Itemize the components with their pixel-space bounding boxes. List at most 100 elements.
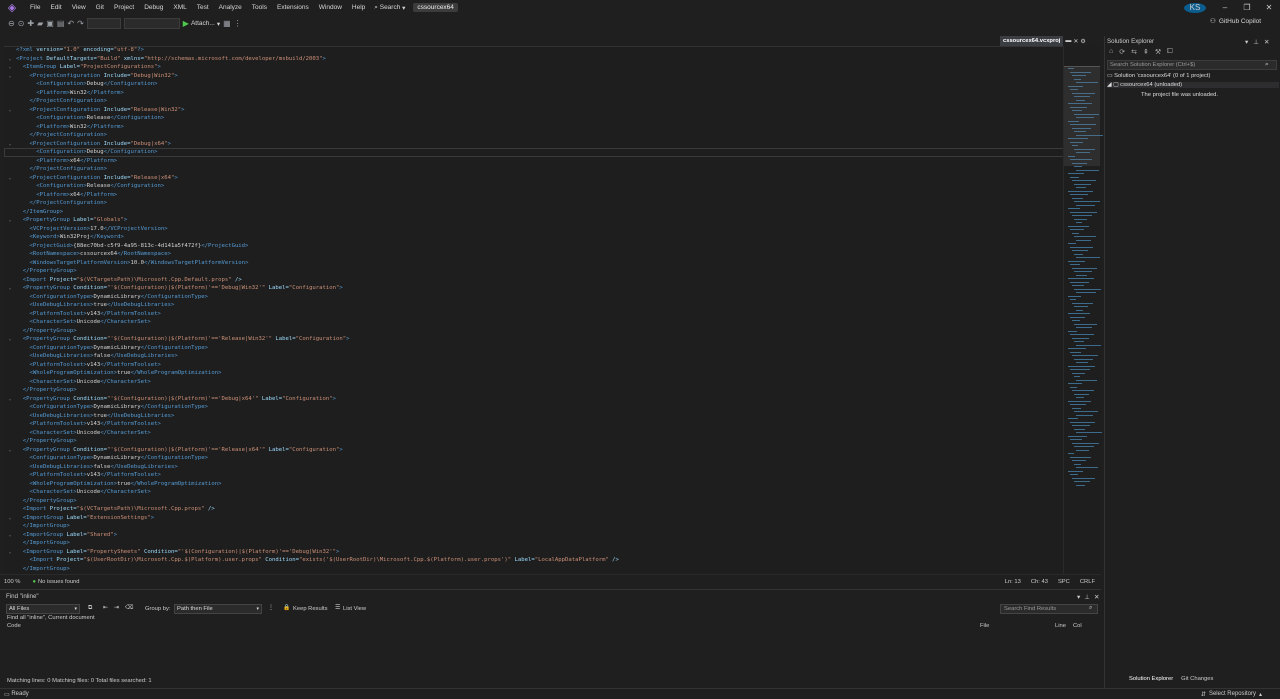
fold-icon[interactable] bbox=[4, 191, 16, 200]
fold-icon[interactable] bbox=[4, 454, 16, 463]
fold-icon[interactable] bbox=[4, 97, 16, 106]
menu-file[interactable]: File bbox=[25, 0, 45, 15]
fold-icon[interactable] bbox=[4, 301, 16, 310]
fold-icon[interactable] bbox=[4, 327, 16, 336]
customize-toolbar-icon[interactable]: ⋮ bbox=[234, 19, 242, 28]
fold-icon[interactable] bbox=[4, 157, 16, 166]
column-header-line[interactable]: Line bbox=[1055, 623, 1066, 629]
fold-icon[interactable] bbox=[4, 182, 16, 191]
code-line[interactable]: <Import Project="$(UserRootDir)\Microsof… bbox=[4, 556, 1064, 565]
fold-icon[interactable]: ⌄ bbox=[4, 63, 16, 72]
fold-icon[interactable] bbox=[4, 505, 16, 514]
code-line[interactable]: <VCProjectVersion>17.0</VCProjectVersion… bbox=[4, 225, 1064, 234]
fold-icon[interactable] bbox=[4, 233, 16, 242]
open-folder-icon[interactable]: ▰ bbox=[37, 19, 43, 28]
code-line[interactable]: <UseDebugLibraries>false</UseDebugLibrar… bbox=[4, 463, 1064, 472]
fold-icon[interactable] bbox=[4, 318, 16, 327]
menu-window[interactable]: Window bbox=[314, 0, 347, 15]
code-line[interactable]: ⌄ <ProjectConfiguration Include="Debug|x… bbox=[4, 140, 1064, 149]
scope-dropdown[interactable]: All Files bbox=[6, 604, 80, 614]
code-line[interactable]: <Import Project="$(VCTargetsPath)\Micros… bbox=[4, 505, 1064, 514]
fold-icon[interactable]: ⌄ bbox=[4, 55, 16, 64]
code-line[interactable]: <WindowsTargetPlatformVersion>10.0</Wind… bbox=[4, 259, 1064, 268]
code-line[interactable]: </ProjectConfiguration> bbox=[4, 97, 1064, 106]
fold-icon[interactable] bbox=[4, 131, 16, 140]
fold-icon[interactable] bbox=[4, 242, 16, 251]
save-icon[interactable]: ▣ bbox=[46, 19, 54, 28]
fold-icon[interactable] bbox=[4, 148, 16, 157]
line-ending-indicator[interactable]: CRLF bbox=[1080, 579, 1095, 585]
code-line[interactable]: <Platform>x64</Platform> bbox=[4, 157, 1064, 166]
menu-tools[interactable]: Tools bbox=[247, 0, 272, 15]
fold-icon[interactable] bbox=[4, 463, 16, 472]
settings-gear-icon[interactable]: ⚙ bbox=[1080, 38, 1085, 45]
issues-status[interactable]: No issues found bbox=[38, 579, 80, 585]
fold-icon[interactable]: ⌄ bbox=[4, 514, 16, 523]
fold-icon[interactable]: ⌄ bbox=[4, 216, 16, 225]
close-tab-icon[interactable]: ✕ bbox=[1073, 38, 1078, 45]
menu-help[interactable]: Help bbox=[347, 0, 370, 15]
minimap-viewport[interactable] bbox=[1064, 66, 1100, 166]
redo-icon[interactable]: ↷ bbox=[77, 19, 84, 28]
code-line[interactable]: <ConfigurationType>DynamicLibrary</Confi… bbox=[4, 293, 1064, 302]
attach-button[interactable]: ▶ Attach... ▾ bbox=[183, 19, 220, 28]
fold-icon[interactable] bbox=[4, 259, 16, 268]
fold-icon[interactable]: ⌄ bbox=[4, 174, 16, 183]
whitespace-indicator[interactable]: SPC bbox=[1058, 579, 1070, 585]
fold-icon[interactable] bbox=[4, 565, 16, 574]
code-line[interactable]: <Platform>Win32</Platform> bbox=[4, 123, 1064, 132]
fold-icon[interactable]: ⌄ bbox=[4, 395, 16, 404]
menu-git[interactable]: Git bbox=[91, 0, 109, 15]
solution-search-input[interactable]: Search Solution Explorer (Ctrl+$) bbox=[1107, 60, 1277, 70]
code-line[interactable]: <Import Project="$(VCTargetsPath)\Micros… bbox=[4, 276, 1064, 285]
document-tab[interactable]: cssourcex64.vcxproj bbox=[1000, 36, 1064, 46]
code-line[interactable]: </ProjectConfiguration> bbox=[4, 131, 1064, 140]
code-line[interactable]: <ConfigurationType>DynamicLibrary</Confi… bbox=[4, 454, 1064, 463]
fold-icon[interactable] bbox=[4, 437, 16, 446]
fold-icon[interactable] bbox=[4, 165, 16, 174]
code-line[interactable]: ⌄ <ImportGroup Label="ExtensionSettings"… bbox=[4, 514, 1064, 523]
fold-icon[interactable] bbox=[4, 352, 16, 361]
sync-icon[interactable]: ⟳ bbox=[1119, 48, 1125, 56]
code-line[interactable]: </ProjectConfiguration> bbox=[4, 199, 1064, 208]
properties-icon[interactable]: ⚒ bbox=[1155, 48, 1161, 56]
fold-icon[interactable] bbox=[4, 420, 16, 429]
code-line[interactable]: ⌄ <ImportGroup Label="Shared"> bbox=[4, 531, 1064, 540]
code-line[interactable]: </ProjectConfiguration> bbox=[4, 165, 1064, 174]
fold-icon[interactable] bbox=[4, 378, 16, 387]
new-item-icon[interactable]: ✚ bbox=[27, 19, 34, 28]
code-line[interactable]: </PropertyGroup> bbox=[4, 267, 1064, 276]
fold-icon[interactable] bbox=[4, 46, 16, 55]
toolbox-icon[interactable]: ▦ bbox=[223, 19, 231, 28]
fold-icon[interactable]: ⌄ bbox=[4, 335, 16, 344]
code-line[interactable]: ⌄ <PropertyGroup Condition="'$(Configura… bbox=[4, 395, 1064, 404]
fold-icon[interactable]: ⌄ bbox=[4, 72, 16, 81]
menu-view[interactable]: View bbox=[67, 0, 91, 15]
fold-icon[interactable] bbox=[4, 403, 16, 412]
clear-icon[interactable]: ⌫ bbox=[125, 605, 133, 611]
code-line[interactable]: <Platform>Win32</Platform> bbox=[4, 89, 1064, 98]
code-line[interactable]: <WholeProgramOptimization>true</WholePro… bbox=[4, 480, 1064, 489]
close-icon[interactable]: ✕ bbox=[1264, 38, 1269, 46]
column-header-file[interactable]: File bbox=[980, 623, 989, 629]
previous-icon[interactable]: ⇤ bbox=[103, 605, 108, 611]
fold-icon[interactable] bbox=[4, 412, 16, 421]
code-line[interactable]: ⌄ <ProjectConfiguration Include="Debug|W… bbox=[4, 72, 1064, 81]
code-line[interactable]: <PlatformToolset>v143</PlatformToolset> bbox=[4, 471, 1064, 480]
tab-solution-explorer[interactable]: Solution Explorer bbox=[1129, 676, 1173, 682]
fold-icon[interactable] bbox=[4, 276, 16, 285]
preview-icon[interactable]: ⧠ bbox=[1167, 48, 1173, 56]
find-results-search-input[interactable]: Search Find Results bbox=[1000, 604, 1098, 614]
code-line[interactable]: <RootNamespace>cssourcex64</RootNamespac… bbox=[4, 250, 1064, 259]
menu-extensions[interactable]: Extensions bbox=[272, 0, 314, 15]
configuration-combo[interactable] bbox=[86, 18, 121, 29]
code-line[interactable]: ⌄ <PropertyGroup Label="Globals"> bbox=[4, 216, 1064, 225]
keep-results-toggle[interactable]: Keep Results bbox=[293, 606, 327, 612]
collapse-icon[interactable]: ⇞ bbox=[1143, 48, 1149, 56]
fold-icon[interactable]: ⌄ bbox=[4, 106, 16, 115]
code-line[interactable]: ⌄ <PropertyGroup Condition="'$(Configura… bbox=[4, 284, 1064, 293]
code-line[interactable]: <ProjectGuid>{88ec70bd-c5f9-4a95-813c-4d… bbox=[4, 242, 1064, 251]
fold-icon[interactable] bbox=[4, 480, 16, 489]
menu-test[interactable]: Test bbox=[192, 0, 214, 15]
menu-debug[interactable]: Debug bbox=[139, 0, 168, 15]
